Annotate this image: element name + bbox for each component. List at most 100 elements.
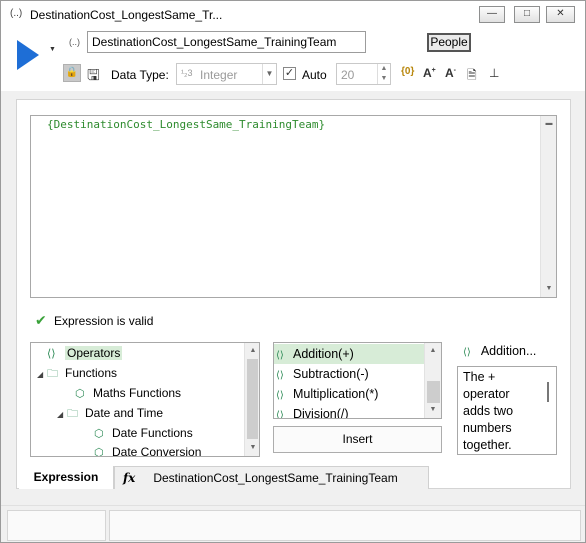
description-title-text: Addition...: [480, 344, 537, 358]
font-increase-icon[interactable]: A+: [423, 66, 436, 80]
description-line: together.: [463, 438, 512, 452]
scroll-up-icon[interactable]: ▲: [425, 343, 441, 359]
list-item-multiplication[interactable]: ⟨⟩ Multiplication(*): [274, 384, 424, 404]
cube-icon: ⬡: [94, 447, 104, 457]
cube-icon: ⬡: [94, 428, 104, 440]
list-item-subtraction[interactable]: ⟨⟩ Subtraction(-): [274, 364, 424, 384]
operator-icon: ⟨⟩: [276, 350, 284, 361]
run-dropdown-chevron-icon[interactable]: ▼: [49, 46, 56, 53]
operator-icon: ⟨⟩: [276, 390, 284, 401]
size-stepper[interactable]: 20 ▲ ▼: [336, 63, 391, 85]
list-item-addition[interactable]: ⟨⟩ Addition(+): [274, 344, 424, 364]
top-toolbar: ▼ (..) People 🔒 🖫 Data Type: ¹₂3 Integer…: [1, 28, 585, 91]
operator-icon: ⟨⟩: [276, 410, 284, 419]
tree-item-label: Maths Functions: [93, 386, 182, 400]
cube-icon: ⬡: [75, 388, 85, 400]
bottom-tabs: Expression fx DestinationCost_LongestSame…: [16, 466, 571, 489]
tab-variable-name[interactable]: fx DestinationCost_LongestSame_TrainingTe…: [114, 466, 429, 489]
minimize-button[interactable]: —: [479, 6, 505, 23]
operator-list: ⟨⟩ Addition(+) ⟨⟩ Subtraction(-) ⟨⟩ Multipl…: [273, 342, 442, 419]
description-line: adds two: [463, 404, 514, 418]
tree-item-label: Functions: [65, 366, 118, 380]
tab-expression[interactable]: Expression: [19, 466, 114, 489]
font-decrease-icon[interactable]: A-: [445, 66, 456, 80]
scroll-down-icon[interactable]: ▼: [541, 281, 557, 297]
list-item-label: Division(/): [293, 407, 349, 419]
operator-icon: ⟨⟩: [47, 348, 56, 360]
tree-item-label: Date and Time: [85, 406, 164, 420]
expression-panel: {DestinationCost_LongestSame_TrainingTea…: [16, 99, 571, 489]
integer-type-icon: ¹₂3: [181, 68, 193, 78]
run-play-icon[interactable]: [17, 40, 39, 70]
folder-icon: 🗀: [47, 368, 58, 380]
window-title: DestinationCost_LongestSame_Tr...: [30, 8, 223, 22]
size-value: 20: [341, 68, 355, 82]
list-item-division[interactable]: ⟨⟩ Division(/): [274, 404, 424, 419]
close-button[interactable]: ✕: [546, 6, 575, 23]
insert-button[interactable]: Insert: [273, 426, 442, 453]
lock-icon[interactable]: 🔒: [63, 64, 81, 82]
editor-scrollbar[interactable]: ▬ ▼: [540, 116, 556, 297]
tree-item-date-functions[interactable]: ⬡ Date Functions: [94, 424, 193, 442]
title-bar: (..) DestinationCost_LongestSame_Tr... —…: [1, 1, 585, 28]
operator-icon: ⟨⟩: [276, 370, 284, 381]
expression-text[interactable]: {DestinationCost_LongestSame_TrainingTea…: [47, 118, 325, 131]
auto-label: Auto: [302, 68, 327, 82]
people-button[interactable]: People: [427, 33, 471, 52]
operator-icon: ⟨⟩: [463, 347, 471, 358]
tree-item-date-and-time[interactable]: ◢ 🗀 Date and Time: [57, 404, 163, 422]
function-tree: ⟨⟩ Operators ◢ 🗀 Functions ⬡ Maths Functions…: [30, 342, 260, 457]
scroll-up-icon[interactable]: ▬: [541, 116, 557, 132]
maximize-button[interactable]: □: [514, 6, 540, 23]
tree-item-date-conversion[interactable]: ⬡ Date Conversion: [94, 443, 202, 457]
expression-editor-window: (..) DestinationCost_LongestSame_Tr... —…: [0, 0, 586, 543]
auto-checkbox[interactable]: ✓: [283, 67, 296, 80]
status-cell: [109, 510, 581, 541]
stepper-up-icon[interactable]: ▲: [377, 64, 390, 74]
scroll-down-icon[interactable]: ▼: [425, 402, 441, 418]
chevron-down-icon[interactable]: ▼: [262, 64, 276, 84]
tree-item-operators[interactable]: ⟨⟩ Operators: [37, 344, 123, 362]
description-text: The + operator adds two numbers together…: [463, 369, 533, 454]
expand-arrow-icon[interactable]: ◢: [37, 366, 47, 384]
variable-name-input[interactable]: [87, 31, 366, 53]
description-line: operator: [463, 387, 510, 401]
scroll-up-icon[interactable]: ▲: [245, 343, 259, 359]
list-item-label: Multiplication(*): [293, 387, 379, 401]
scroll-thumb[interactable]: [427, 381, 440, 403]
tree-item-label: Date Functions: [112, 426, 193, 440]
folder-icon: 🗀: [67, 408, 78, 420]
hierarchy-icon[interactable]: ⊥: [489, 66, 499, 80]
tree-scrollbar[interactable]: ▲ ▼: [244, 343, 259, 456]
checkmark-icon: ✔: [35, 312, 47, 328]
data-type-label: Data Type:: [111, 68, 169, 82]
document-icon[interactable]: 🗎: [467, 66, 477, 87]
description-title: ⟨⟩ Addition...: [463, 344, 536, 358]
operator-scrollbar[interactable]: ▲ ▼: [424, 343, 441, 418]
expression-editor[interactable]: {DestinationCost_LongestSame_TrainingTea…: [30, 115, 557, 298]
list-item-label: Subtraction(-): [293, 367, 369, 381]
tree-item-label: Date Conversion: [112, 445, 202, 457]
tab-label: DestinationCost_LongestSame_TrainingTeam: [153, 471, 398, 485]
description-line: numbers: [463, 421, 512, 435]
function-fx-icon: fx: [123, 471, 136, 485]
tree-item-functions[interactable]: ◢ 🗀 Functions: [37, 364, 117, 382]
list-item-label: Addition(+): [293, 347, 354, 361]
scroll-down-icon[interactable]: ▼: [245, 440, 259, 456]
variable-icon: (..): [69, 37, 80, 47]
status-cell: [7, 510, 106, 541]
description-line: The +: [463, 370, 496, 384]
status-bar: [1, 505, 585, 542]
expand-arrow-icon[interactable]: ◢: [57, 406, 67, 424]
tree-item-maths-functions[interactable]: ⬡ Maths Functions: [75, 384, 181, 402]
description-box: The + operator adds two numbers together…: [457, 366, 557, 455]
text-cursor: [547, 382, 549, 402]
scroll-thumb[interactable]: [247, 359, 258, 439]
data-type-select[interactable]: ¹₂3 Integer ▼: [176, 63, 277, 85]
variable-braces-icon[interactable]: {0}: [401, 66, 414, 77]
save-icon[interactable]: 🖫: [87, 65, 100, 90]
variable-icon: (..): [10, 8, 23, 19]
validation-text: Expression is valid: [54, 314, 154, 328]
data-type-value: Integer: [200, 68, 238, 82]
stepper-down-icon[interactable]: ▼: [377, 74, 390, 84]
